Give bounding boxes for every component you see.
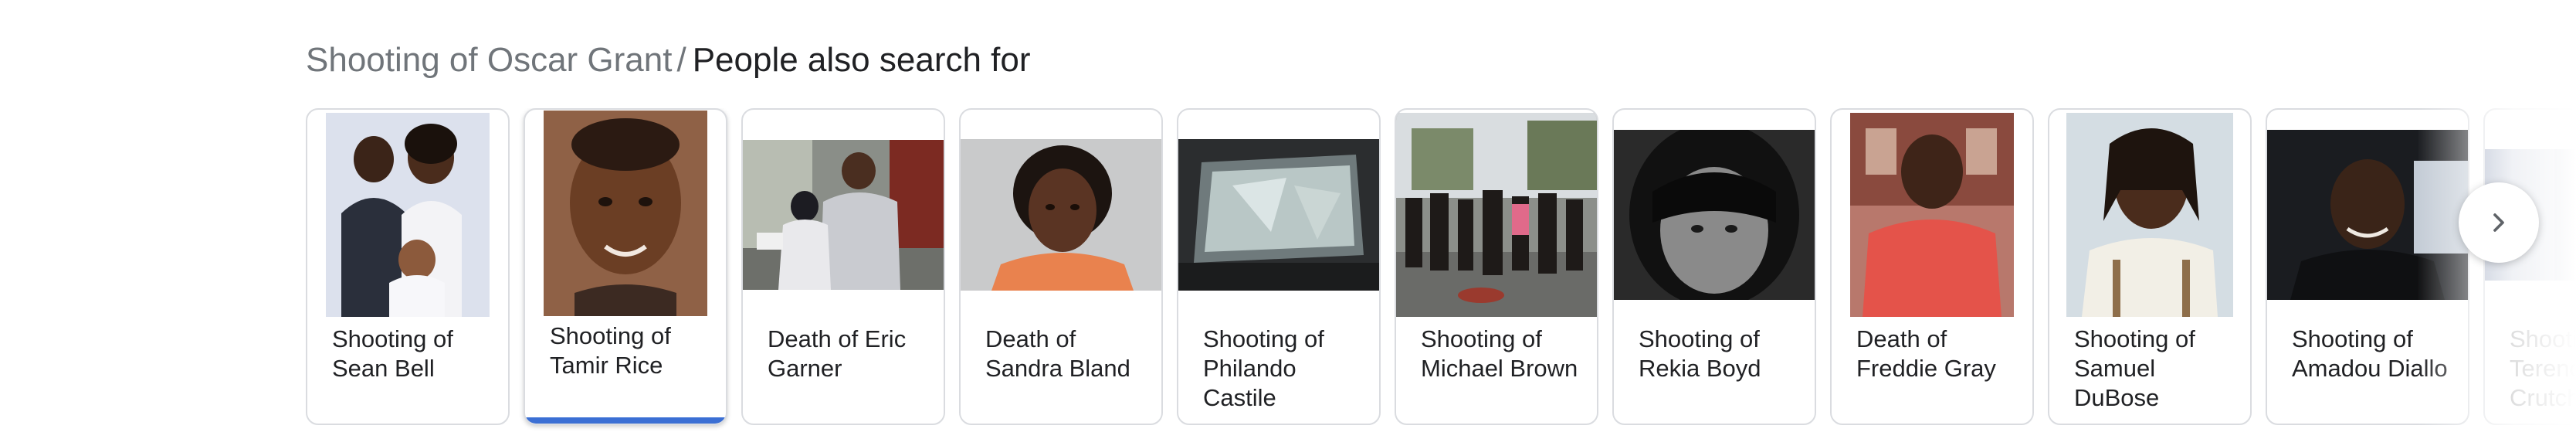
car-window-photo <box>1178 139 1379 291</box>
header: Shooting of Oscar Grant / People also se… <box>306 37 1031 83</box>
card-label: Shooting of Amadou Diallo <box>2292 325 2448 382</box>
couple-with-baby-photo <box>326 113 490 317</box>
card-sean-bell[interactable]: Shooting of Sean Bell <box>306 108 510 425</box>
card-tamir-rice[interactable]: Shooting of Tamir Rice <box>524 108 727 425</box>
woman-grayscale-portrait-photo <box>1614 130 1815 300</box>
card-amadou-diallo[interactable]: Shooting of Amadou Diallo <box>2266 108 2469 425</box>
card-label: Shooting of Tamir Rice <box>550 322 671 379</box>
carousel-next-button[interactable] <box>2459 182 2539 263</box>
card-michael-brown[interactable]: Shooting of Michael Brown <box>1395 108 1598 425</box>
card-terence-crutcher[interactable]: Shooting of Terence Crutcher <box>2483 108 2576 425</box>
card-label: Death of Sandra Bland <box>985 325 1130 382</box>
card-image <box>1396 110 1597 320</box>
card-image <box>1832 110 2032 320</box>
street-crowd-photo <box>1396 113 1597 317</box>
card-label: Death of Eric Garner <box>768 325 907 382</box>
card-label: Shooting of Samuel DuBose <box>2074 325 2195 411</box>
card-samuel-dubose[interactable]: Shooting of Samuel DuBose <box>2048 108 2252 425</box>
card-label: Shooting of Sean Bell <box>332 325 453 382</box>
card-image <box>2267 110 2468 320</box>
breadcrumb-link[interactable]: Shooting of Oscar Grant <box>306 41 672 80</box>
people-carousel: Shooting of Sean Bell Shooting of Tamir … <box>0 108 2576 433</box>
card-rekia-boyd[interactable]: Shooting of Rekia Boyd <box>1612 108 1816 425</box>
card-image <box>961 110 1161 320</box>
active-indicator <box>525 417 726 424</box>
card-label: Shooting of Michael Brown <box>1421 325 1578 382</box>
card-eric-garner[interactable]: Death of Eric Garner <box>741 108 945 425</box>
card-image <box>743 110 944 320</box>
card-label: Shooting of Terence Crutcher <box>2510 325 2576 411</box>
man-dreadlocks-photo <box>2066 113 2233 317</box>
street-arrest-photo <box>743 140 944 290</box>
breadcrumb-separator: / <box>676 41 686 79</box>
card-image <box>2049 110 2250 320</box>
card-image <box>525 110 726 318</box>
chevron-right-icon <box>2493 213 2504 232</box>
card-freddie-gray[interactable]: Death of Freddie Gray <box>1830 108 2034 425</box>
card-philando-castile[interactable]: Shooting of Philando Castile <box>1177 108 1381 425</box>
section-title: People also search for <box>692 41 1031 79</box>
boy-portrait-photo <box>544 111 707 316</box>
card-label: Shooting of Rekia Boyd <box>1639 325 1761 382</box>
card-image <box>1178 110 1379 320</box>
man-red-shirt-photo <box>1850 113 2014 317</box>
card-label: Death of Freddie Gray <box>1856 325 1996 382</box>
woman-mugshot-photo <box>961 139 1161 291</box>
card-sandra-bland[interactable]: Death of Sandra Bland <box>959 108 1163 425</box>
man-smiling-photo <box>2267 130 2468 300</box>
card-label: Shooting of Philando Castile <box>1203 325 1324 411</box>
card-image <box>307 110 508 320</box>
card-image <box>1614 110 1815 320</box>
